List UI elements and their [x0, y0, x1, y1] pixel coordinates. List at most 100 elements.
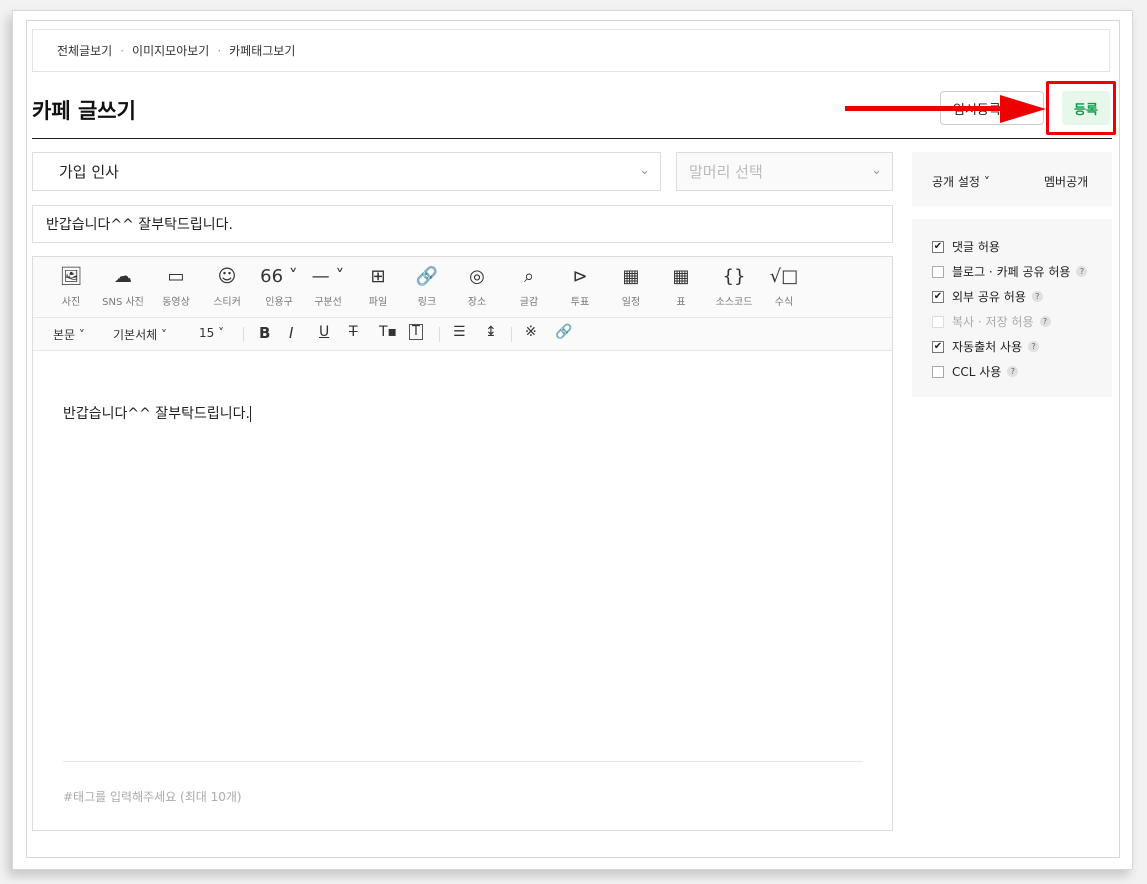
annotation-highlight-box: [1046, 81, 1116, 135]
toolbar-vote-button[interactable]: ⊳ 투표: [553, 265, 607, 308]
image-icon: 🖼: [59, 266, 83, 287]
annotation-arrow-head: [1000, 95, 1046, 123]
visibility-value: 멤버공개: [1044, 175, 1089, 189]
paragraph-style-select[interactable]: 본문 ˅: [53, 326, 85, 343]
align-icon[interactable]: ☰: [453, 324, 466, 340]
link-icon[interactable]: 🔗: [555, 324, 572, 340]
option-checkbox[interactable]: ✔: [932, 290, 944, 303]
help-icon[interactable]: ?: [1031, 291, 1043, 302]
toolbar-smiley-button[interactable]: ☺ 스티커: [200, 265, 254, 308]
breadcrumb-separator: ·: [217, 43, 222, 58]
underline-icon[interactable]: U: [319, 324, 329, 340]
quote-icon: 66 ˅: [260, 266, 298, 287]
toolbar-label: 구분선: [314, 297, 342, 308]
formula-icon: √□: [769, 266, 799, 287]
text-color-icon[interactable]: T▪: [379, 324, 397, 340]
toolbar-table-button[interactable]: ▦ 표: [654, 265, 708, 308]
toolbar-quote-button[interactable]: 66 ˅ 인용구: [252, 265, 306, 308]
breadcrumb-all-posts[interactable]: 전체글보기: [57, 42, 112, 59]
chevron-down-icon: ˅: [78, 328, 85, 342]
toolbar-search-text-button[interactable]: ⌕ 글감: [502, 265, 556, 308]
toolbar-label: 장소: [467, 297, 487, 308]
toolbar-formula-button[interactable]: √□ 수식: [757, 265, 811, 308]
subject-input[interactable]: 반갑습니다^^ 잘부탁드립니다.: [32, 205, 893, 243]
breadcrumb-image-gallery[interactable]: 이미지모아보기: [132, 42, 209, 59]
font-select[interactable]: 기본서체 ˅: [113, 326, 167, 343]
option-row[interactable]: 블로그 · 카페 공유 허용?: [932, 263, 1088, 280]
tag-input[interactable]: #태그를 입력해주세요 (최대 10개): [63, 788, 242, 805]
option-checkbox[interactable]: ✔: [932, 340, 944, 353]
board-select[interactable]: 가입 인사 ⌄: [32, 152, 661, 191]
annotation-arrow-shaft: [845, 106, 1005, 111]
option-row[interactable]: CCL 사용?: [932, 363, 1019, 380]
special-char-icon[interactable]: ※: [525, 324, 537, 340]
option-checkbox[interactable]: ✔: [932, 240, 944, 253]
strikethrough-icon[interactable]: T: [349, 324, 358, 340]
chevron-down-icon: ⌄: [871, 163, 882, 178]
breadcrumb: 전체글보기 · 이미지모아보기 · 카페태그보기: [32, 29, 1110, 72]
divider-icon: — ˅: [311, 266, 345, 287]
toolbar-divider: [243, 327, 244, 342]
toolbar-code-button[interactable]: {} 소스코드: [707, 265, 761, 308]
option-row[interactable]: ✔ 외부 공유 허용?: [932, 288, 1043, 305]
italic-icon[interactable]: I: [289, 324, 293, 342]
font-size-select[interactable]: 15 ˅: [199, 326, 224, 340]
toolbar-file-button[interactable]: ⊞ 파일: [351, 265, 405, 308]
paragraph-style-label: 본문: [53, 328, 76, 342]
breadcrumb-cafe-tags[interactable]: 카페태그보기: [229, 42, 295, 59]
insert-toolbar: 🖼 사진 ☁ SNS 사진 ▭ 동영상 ☺ 스티커 66 ˅ 인용구 — ˅ 구분선 ⊞ 파일 🔗 링크 ◎ 장소…: [33, 257, 892, 318]
visibility-panel: 공개 설정 ˅ 멤버공개: [912, 152, 1112, 206]
option-label: CCL 사용: [952, 365, 1002, 379]
help-icon[interactable]: ?: [1007, 366, 1019, 377]
toolbar-label: 글감: [519, 297, 539, 308]
font-label: 기본서체: [113, 328, 158, 342]
option-row[interactable]: ✔ 댓글 허용: [932, 238, 1000, 255]
table-icon: ▦: [672, 266, 690, 287]
font-size-label: 15: [199, 326, 215, 340]
toolbar-cloud-upload-button[interactable]: ☁ SNS 사진: [96, 265, 150, 308]
option-label: 외부 공유 허용: [952, 290, 1026, 304]
toolbar-image-button[interactable]: 🖼 사진: [44, 265, 98, 308]
help-icon[interactable]: ?: [1039, 316, 1051, 327]
toolbar-divider-button[interactable]: — ˅ 구분선: [301, 265, 355, 308]
search-text-icon: ⌕: [523, 266, 535, 287]
toolbar-label: 수식: [774, 297, 794, 308]
text-cursor: [249, 406, 251, 422]
help-icon[interactable]: ?: [1076, 266, 1088, 277]
chevron-down-icon: ˅: [161, 328, 167, 342]
format-toolbar: 본문 ˅ 기본서체 ˅ 15 ˅ B I U T T▪ T ☰ ↨ ※ 🔗: [33, 318, 892, 351]
toolbar-link-button[interactable]: 🔗 링크: [400, 265, 454, 308]
video-icon: ▭: [167, 266, 185, 287]
map-pin-icon: ◎: [469, 266, 485, 287]
link-icon: 🔗: [415, 266, 439, 287]
title-divider: [32, 138, 1112, 139]
editor-body[interactable]: 반갑습니다^^ 잘부탁드립니다.: [63, 403, 251, 423]
options-panel: ✔ 댓글 허용블로그 · 카페 공유 허용? ✔ 외부 공유 허용? 복사 · 저장 허…: [912, 219, 1112, 397]
option-checkbox[interactable]: [932, 365, 944, 378]
breadcrumb-separator: ·: [120, 43, 125, 58]
option-row[interactable]: ✔ 자동출처 사용?: [932, 338, 1040, 355]
toolbar-map-pin-button[interactable]: ◎ 장소: [450, 265, 504, 308]
text-background-icon[interactable]: T: [409, 324, 423, 340]
toolbar-divider: [439, 327, 440, 342]
head-select-placeholder: 말머리 선택: [689, 163, 763, 181]
line-height-icon[interactable]: ↨: [485, 324, 497, 340]
cloud-upload-icon: ☁: [114, 266, 132, 287]
visibility-label: 공개 설정: [932, 175, 980, 189]
bold-icon[interactable]: B: [259, 324, 270, 342]
toolbar-divider: [511, 327, 512, 342]
toolbar-label: 링크: [417, 297, 437, 308]
file-icon: ⊞: [370, 266, 386, 287]
option-checkbox[interactable]: [932, 265, 944, 278]
vote-icon: ⊳: [572, 266, 588, 287]
toolbar-label: 일정: [621, 297, 641, 308]
toolbar-label: 투표: [570, 297, 590, 308]
visibility-dropdown[interactable]: 공개 설정 ˅: [932, 173, 990, 190]
help-icon[interactable]: ?: [1028, 341, 1040, 352]
code-icon: {}: [722, 266, 746, 287]
toolbar-calendar-button[interactable]: ▦ 일정: [604, 265, 658, 308]
toolbar-video-button[interactable]: ▭ 동영상: [149, 265, 203, 308]
option-label: 복사 · 저장 허용: [952, 315, 1034, 329]
chevron-down-icon: ⌄: [639, 163, 650, 178]
head-select[interactable]: 말머리 선택 ⌄: [676, 152, 893, 191]
